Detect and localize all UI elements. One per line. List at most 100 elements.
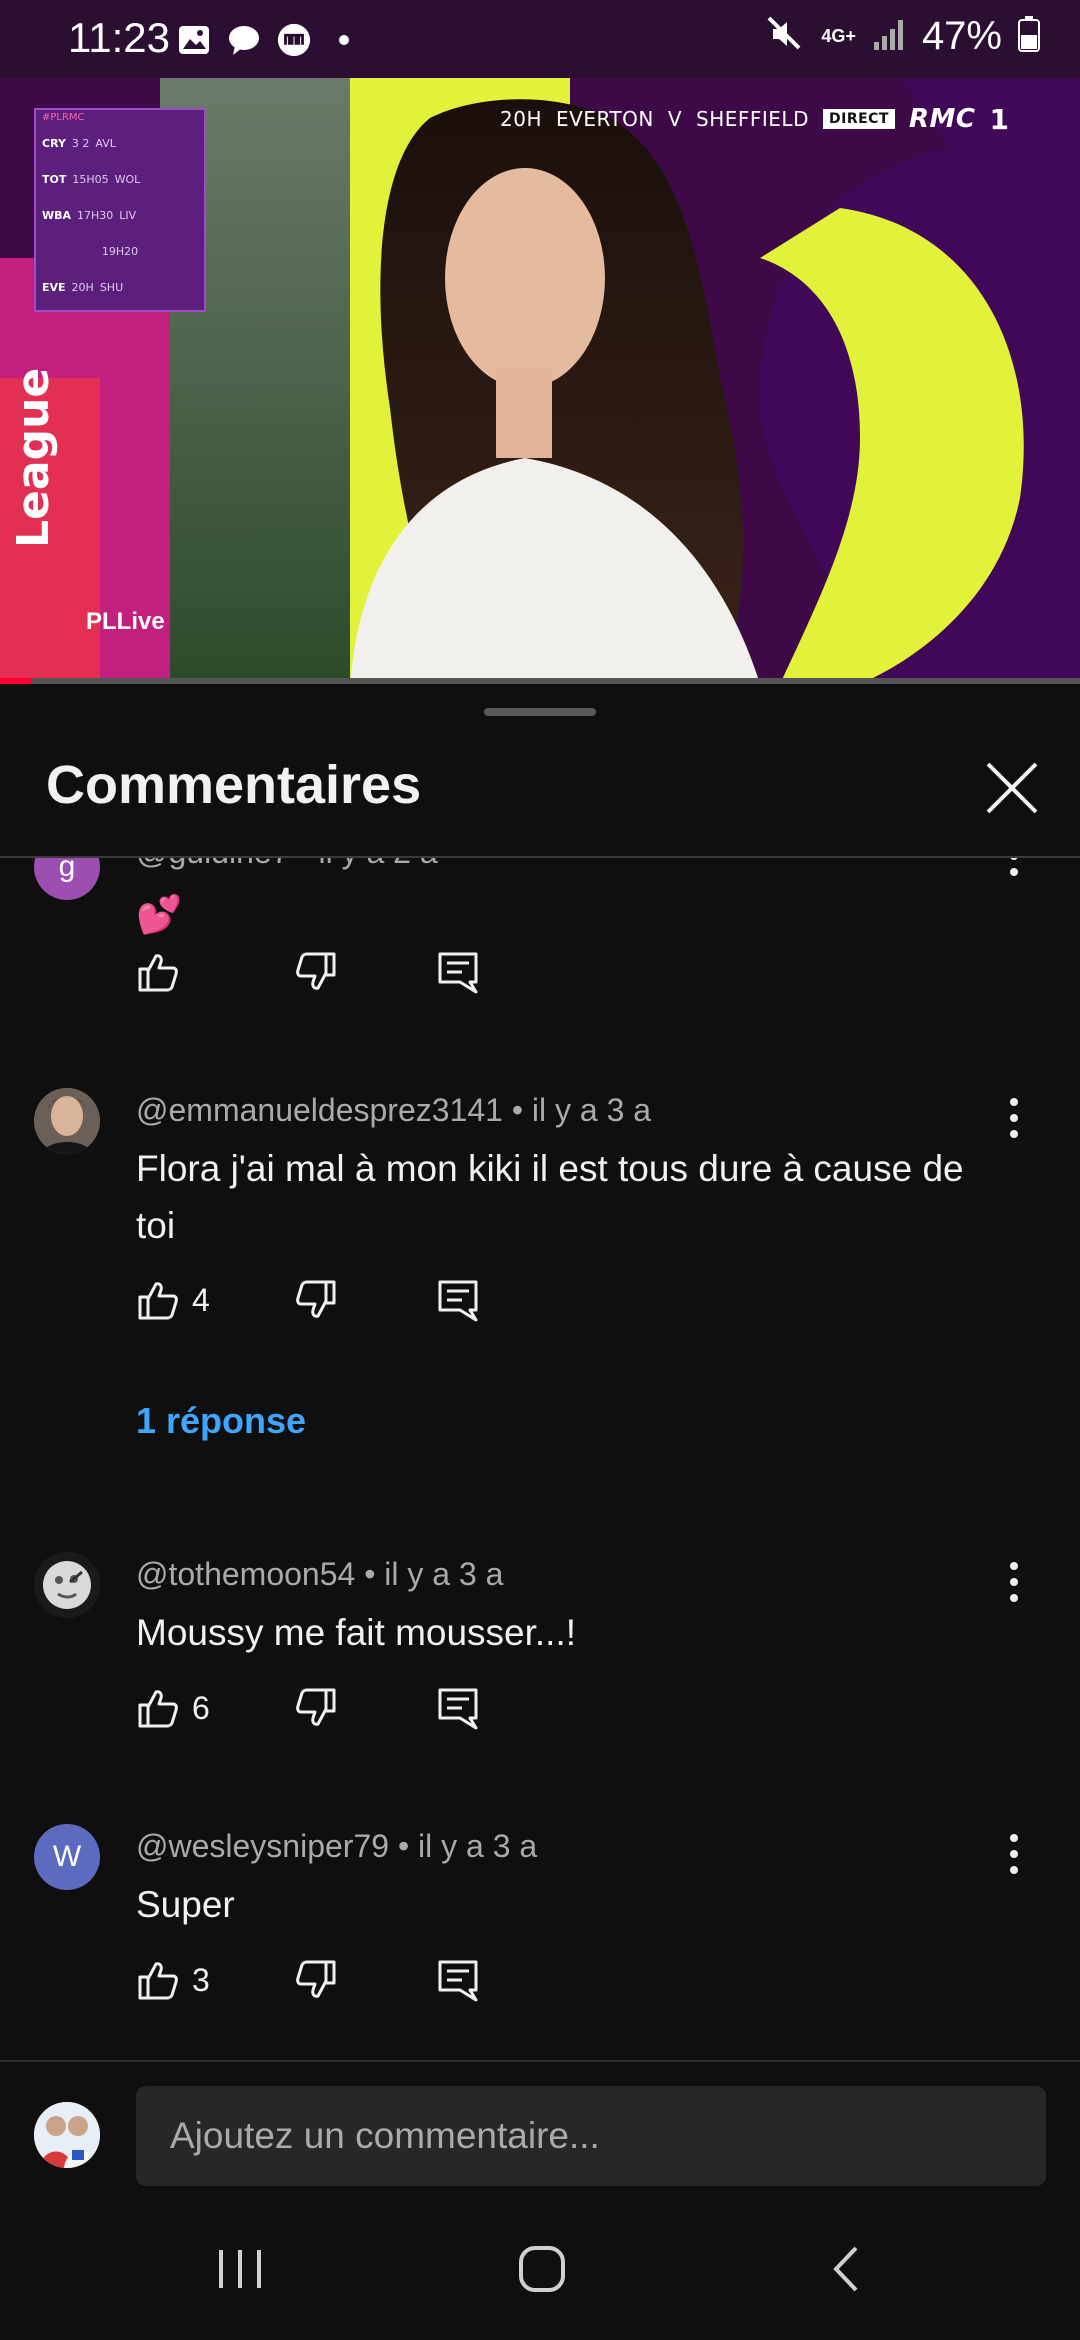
- dot-icon: [326, 22, 362, 58]
- user-photo-icon: [34, 2102, 100, 2168]
- match-banner: 20H EVERTON v SHEFFIELD DIRECT RMC 1: [500, 96, 1009, 142]
- live-badge: DIRECT: [822, 109, 895, 129]
- current-user-avatar: [34, 2102, 100, 2168]
- moon-photo-icon: [34, 1552, 100, 1618]
- add-comment-input[interactable]: [136, 2086, 1046, 2186]
- thumbs-down-icon: [296, 1280, 336, 1318]
- dislike-button[interactable]: [294, 1958, 338, 2002]
- like-count: 4: [192, 1281, 210, 1318]
- dislike-button[interactable]: [294, 1686, 338, 1730]
- view-replies-link[interactable]: 1 réponse: [136, 1400, 306, 1442]
- user-photo-icon: [34, 1088, 100, 1154]
- more-options-icon[interactable]: [996, 1090, 1032, 1146]
- comment-text: Super: [136, 1884, 235, 1925]
- comment-time: il y a 3 a: [418, 1828, 538, 1864]
- back-icon: [833, 2246, 858, 2292]
- scoreboard-row: CRY 3 2 AVL: [42, 136, 116, 150]
- scoreboard-row: 19H20: [101, 244, 139, 258]
- reply-button[interactable]: [436, 1686, 480, 1730]
- avatar[interactable]: [34, 1088, 100, 1154]
- video-player[interactable]: League #PLRMC CRY 3 2 AVL TOT 15H05 WOL …: [0, 78, 1080, 684]
- comment-time: il y a 3 a: [531, 1092, 652, 1128]
- banner-away-team: SHEFFIELD: [696, 107, 809, 131]
- comments-list[interactable]: g @guldine7 • il y a 2 a 💕: [0, 858, 1080, 2060]
- thumbs-up-icon: [138, 1690, 178, 1728]
- home-button[interactable]: [502, 2234, 582, 2304]
- banner-time: 20H: [500, 107, 542, 131]
- thumbs-down-icon: [296, 1688, 336, 1726]
- reply-icon: [438, 1960, 478, 2002]
- svg-text:League: League: [8, 368, 59, 548]
- comment-text: Flora j'ai mal à mon kiki il est tous du…: [136, 1148, 964, 1246]
- recent-apps-button[interactable]: [200, 2234, 280, 2304]
- like-button[interactable]: 6: [136, 1686, 210, 1730]
- more-options-icon[interactable]: [996, 1826, 1032, 1882]
- comment-author[interactable]: @guldine7: [136, 858, 289, 870]
- banner-vs: v: [667, 107, 683, 131]
- avatar[interactable]: W: [34, 1824, 100, 1890]
- reply-button[interactable]: [436, 1958, 480, 2002]
- scoreboard-overlay: #PLRMC CRY 3 2 AVL TOT 15H05 WOL WBA 17H…: [34, 108, 206, 312]
- composer-divider: [0, 2060, 1080, 2062]
- comment-text: 💕: [136, 894, 183, 935]
- scoreboard-row: WBA 17H30 LIV: [42, 208, 137, 222]
- close-button[interactable]: [980, 756, 1044, 820]
- like-button[interactable]: [136, 950, 180, 994]
- dislike-button[interactable]: [294, 950, 338, 994]
- avatar[interactable]: g: [34, 858, 100, 900]
- reply-icon: [438, 1280, 478, 1322]
- comment-author[interactable]: @tothemoon54: [136, 1556, 355, 1592]
- recent-apps-icon: [219, 2250, 261, 2288]
- battery-percent: 47%: [921, 14, 1002, 58]
- sheet-title: Commentaires: [46, 755, 422, 815]
- channel-number: 1: [989, 102, 1010, 136]
- status-bar: 11:23 4G+ 47%: [0, 0, 1080, 78]
- signal-icon: [872, 16, 906, 57]
- chat-bubble-icon: [226, 22, 262, 58]
- more-options-icon[interactable]: [996, 1554, 1032, 1610]
- thumbs-up-icon: [138, 1962, 178, 2000]
- reply-icon: [438, 1688, 478, 1730]
- comment-meta: @wesleysniper79 • il y a 3 a: [136, 1828, 538, 1864]
- channel-logo: RMC: [908, 104, 976, 134]
- mute-icon: [765, 14, 805, 59]
- comment-meta: @tothemoon54 • il y a 3 a: [136, 1556, 504, 1592]
- like-count: 3: [192, 1961, 210, 1998]
- reply-button[interactable]: [436, 1278, 480, 1322]
- like-count: 6: [192, 1689, 210, 1726]
- comment-author[interactable]: @wesleysniper79: [136, 1828, 389, 1864]
- home-icon: [519, 2246, 565, 2292]
- like-button[interactable]: 3: [136, 1958, 210, 2002]
- back-button[interactable]: [806, 2234, 886, 2304]
- thumbs-down-icon: [296, 952, 336, 990]
- reply-button[interactable]: [436, 950, 480, 994]
- comment-time: il y a 2 a: [318, 858, 437, 870]
- comment-text: Moussy me fait mousser...!: [136, 1612, 577, 1653]
- close-icon: [986, 762, 1038, 814]
- avatar[interactable]: [34, 1552, 100, 1618]
- scoreboard-header: #PLRMC: [42, 112, 85, 123]
- pl-live-tag: PLLive: [86, 608, 165, 635]
- scoreboard-row: TOT 15H05 WOL: [42, 172, 141, 186]
- comment-meta: @guldine7 • il y a 2 a: [136, 858, 438, 871]
- comment-author[interactable]: @emmanueldesprez3141: [136, 1092, 503, 1128]
- thumbs-up-icon: [138, 954, 178, 992]
- system-status-icons: 4G+ 47%: [765, 14, 1040, 59]
- dislike-button[interactable]: [294, 1278, 338, 1322]
- banner-home-team: EVERTON: [556, 107, 654, 131]
- reply-icon: [438, 952, 478, 994]
- more-options-icon[interactable]: [996, 858, 1032, 884]
- system-navigation-bar: [0, 2198, 1080, 2340]
- thumbs-down-icon: [296, 1960, 336, 1998]
- scoreboard-row: EVE 20H SHU: [42, 280, 124, 294]
- comments-sheet: Commentaires g @guldine7 • il y a 2 a 💕: [0, 684, 1080, 2340]
- comment-time: il y a 3 a: [384, 1556, 504, 1592]
- drag-handle[interactable]: [484, 708, 596, 716]
- status-time: 11:23: [68, 14, 170, 61]
- messenger-icon: [276, 22, 312, 58]
- like-button[interactable]: 4: [136, 1278, 210, 1322]
- comment-meta: @emmanueldesprez3141 • il y a 3 a: [136, 1092, 652, 1128]
- battery-icon: [1018, 16, 1040, 57]
- gallery-icon: [176, 22, 212, 58]
- network-type: 4G+: [821, 26, 856, 46]
